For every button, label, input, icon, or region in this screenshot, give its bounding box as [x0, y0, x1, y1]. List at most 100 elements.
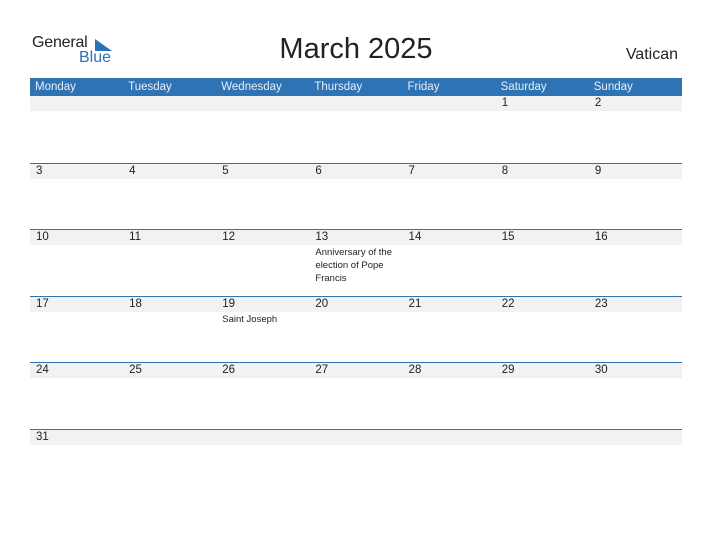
- day-cell: 11: [123, 230, 216, 296]
- day-number: 27: [315, 364, 329, 377]
- day-number: 1: [501, 97, 509, 109]
- day-number: [502, 430, 589, 445]
- day-cell: 27: [309, 363, 402, 429]
- day-cell: 2: [589, 96, 682, 163]
- weekday-saturday: Saturday: [500, 81, 547, 93]
- day-cell: 12: [216, 230, 309, 296]
- day-number: [129, 96, 216, 111]
- day-number: 29: [501, 364, 515, 377]
- day-cell: [216, 430, 309, 496]
- day-number: 9: [594, 164, 602, 177]
- day-number: 11: [129, 231, 142, 244]
- day-cell: 25: [123, 363, 216, 429]
- day-number: 3: [36, 164, 43, 177]
- day-number: 7: [408, 164, 415, 177]
- day-cell: 13 Anniversary of the election of Pope Fr…: [309, 230, 402, 296]
- day-cell: 15: [496, 230, 589, 296]
- day-number: 16: [594, 231, 608, 244]
- day-number: [222, 96, 309, 111]
- week-row: 12: [30, 96, 682, 163]
- day-cell: [403, 430, 496, 496]
- week-row: 31: [30, 428, 682, 496]
- day-cell: 23: [589, 297, 682, 363]
- day-cell: 31: [30, 430, 123, 496]
- day-number: 28: [408, 364, 422, 377]
- day-number: 14: [408, 231, 422, 244]
- weekday-friday: Friday: [407, 81, 440, 93]
- day-cell: 19 Saint Joseph: [216, 297, 309, 363]
- day-number: [222, 430, 309, 445]
- day-cell: 10: [30, 230, 123, 296]
- day-cell: [216, 96, 309, 163]
- day-cell: 7: [403, 164, 496, 230]
- day-number: [409, 430, 496, 445]
- weekday-thursday: Thursday: [314, 81, 363, 93]
- day-number: [129, 430, 216, 445]
- weekday-wednesday: Wednesday: [221, 81, 282, 93]
- day-number: 17: [36, 297, 49, 310]
- calendar-grid: 1 2 3 4 5 6 7 8 9 10 11 12 13 Anniversary of the elec…: [30, 96, 682, 496]
- day-number: 19: [222, 297, 236, 310]
- week-row: 3 4 5 6 7 8 9: [30, 162, 682, 230]
- calendar-title: March 2025: [279, 33, 433, 65]
- day-number: [315, 430, 402, 445]
- day-number: 31: [36, 430, 49, 443]
- country-label: Vatican: [625, 46, 678, 63]
- day-number: 13: [315, 231, 329, 244]
- day-cell: 8: [496, 164, 589, 230]
- day-cell: 4: [123, 164, 216, 230]
- day-cell: [589, 430, 682, 496]
- week-row: 24 25 26 27 28 29 30: [30, 362, 682, 429]
- day-cell: 17: [30, 297, 123, 363]
- day-cell: 1: [496, 96, 589, 163]
- day-number: 2: [594, 97, 602, 109]
- holiday-event: Anniversary of the election of Pope Fran…: [315, 247, 392, 285]
- weekday-sunday: Sunday: [593, 81, 633, 93]
- day-cell: [309, 96, 402, 163]
- day-cell: [309, 430, 402, 496]
- holiday-event: Saint Joseph: [222, 313, 278, 325]
- day-cell: 30: [589, 363, 682, 429]
- day-number: 20: [315, 297, 329, 310]
- day-number: [409, 96, 496, 111]
- day-number: 15: [501, 231, 515, 244]
- day-number: [36, 96, 123, 111]
- day-number: 18: [129, 297, 142, 310]
- day-number: 26: [222, 364, 236, 377]
- day-cell: 21: [403, 297, 496, 363]
- day-number: 5: [222, 164, 229, 177]
- weekday-header: Monday Tuesday Wednesday Thursday Friday…: [30, 78, 682, 96]
- day-cell: 24: [30, 363, 123, 429]
- day-number: [595, 430, 682, 445]
- day-number: 23: [594, 297, 608, 310]
- day-number: 24: [36, 364, 49, 377]
- day-cell: [496, 430, 589, 496]
- day-cell: 5: [216, 164, 309, 230]
- day-number: 22: [501, 297, 515, 310]
- day-number: 12: [222, 231, 236, 244]
- day-cell: 6: [309, 164, 402, 230]
- day-cell: 26: [216, 363, 309, 429]
- week-row: 17 18 19 Saint Joseph 20 21 22 23: [30, 295, 682, 363]
- week-row: 10 11 12 13 Anniversary of the election of P…: [30, 229, 682, 296]
- day-cell: 3: [30, 164, 123, 230]
- day-number: 30: [594, 364, 608, 377]
- day-cell: 20: [309, 297, 402, 363]
- day-number: 6: [315, 164, 322, 177]
- day-cell: 14: [403, 230, 496, 296]
- day-cell: [123, 430, 216, 496]
- day-cell: 22: [496, 297, 589, 363]
- day-number: 25: [129, 364, 142, 377]
- day-cell: 16: [589, 230, 682, 296]
- day-cell: 9: [589, 164, 682, 230]
- day-number: [315, 96, 402, 111]
- day-cell: [123, 96, 216, 163]
- day-cell: [30, 96, 123, 163]
- weekday-monday: Monday: [35, 81, 76, 93]
- day-number: 10: [36, 231, 49, 244]
- day-cell: 18: [123, 297, 216, 363]
- day-number: 8: [501, 164, 509, 177]
- day-cell: [403, 96, 496, 163]
- day-cell: 28: [403, 363, 496, 429]
- day-number: 4: [129, 164, 136, 177]
